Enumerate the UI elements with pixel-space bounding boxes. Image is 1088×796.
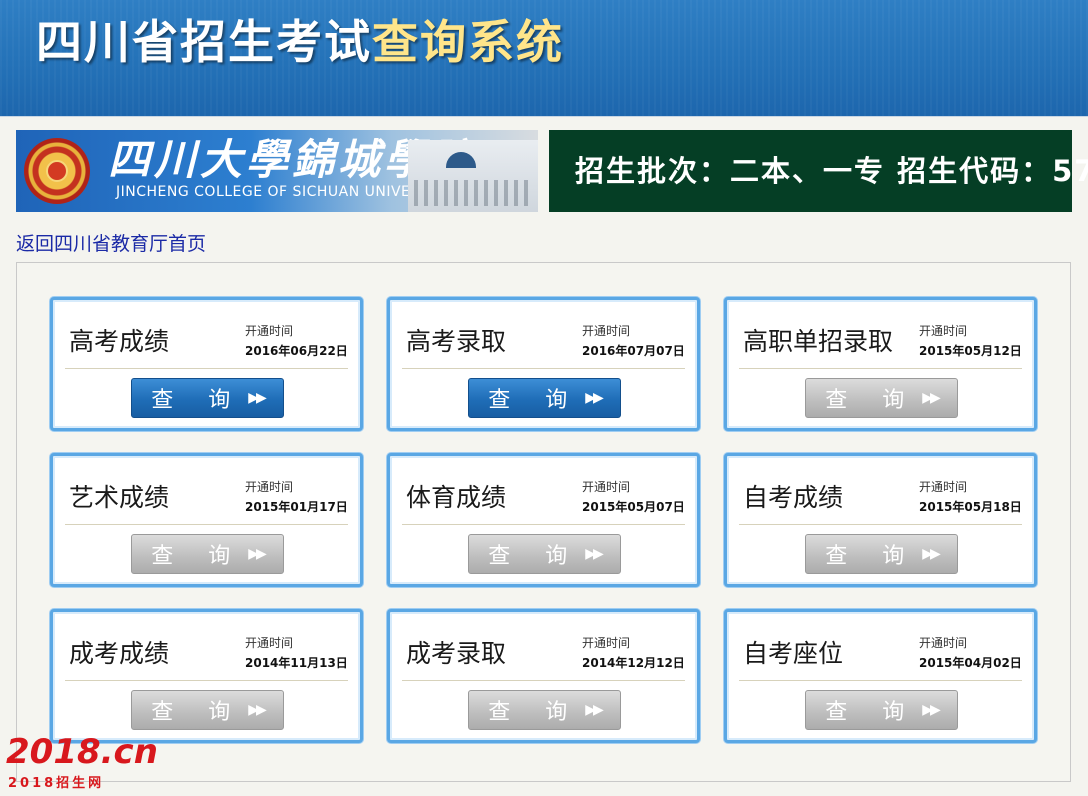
open-time-date: 2015年05月07日 xyxy=(582,500,685,514)
query-button[interactable]: 查 询 ▶▶ xyxy=(468,690,621,730)
query-card-vocational-admission: 高职单招录取 开通时间 2015年05月12日 查 询 ▶▶ xyxy=(724,297,1037,431)
seal-center xyxy=(46,160,68,182)
query-button-label: 查 询 xyxy=(488,544,582,569)
recruit-info-text: 招生批次：二本、一专 招生代码：5702 xyxy=(575,154,1088,188)
query-button[interactable]: 查 询 ▶▶ xyxy=(468,534,621,574)
double-chevron-right-icon: ▶▶ xyxy=(922,546,940,562)
query-button-label: 查 询 xyxy=(488,388,582,413)
query-card-self-study-score: 自考成绩 开通时间 2015年05月18日 查 询 ▶▶ xyxy=(724,453,1037,587)
double-chevron-right-icon: ▶▶ xyxy=(248,702,266,718)
card-title: 高职单招录取 xyxy=(743,327,894,356)
query-button-label: 查 询 xyxy=(825,388,919,413)
query-card-self-study-seat: 自考座位 开通时间 2015年04月02日 查 询 ▶▶ xyxy=(724,609,1037,743)
watermark-subtitle: 2018招生网 xyxy=(8,776,105,791)
open-time-date: 2015年05月12日 xyxy=(919,344,1022,358)
query-card-art-score: 艺术成绩 开通时间 2015年01月17日 查 询 ▶▶ xyxy=(50,453,363,587)
open-time-label: 开通时间 xyxy=(582,636,631,650)
building-windows xyxy=(414,180,532,206)
card-divider xyxy=(739,524,1022,525)
query-button[interactable]: 查 询 ▶▶ xyxy=(131,378,284,418)
double-chevron-right-icon: ▶▶ xyxy=(585,546,603,562)
open-time-date: 2015年05月18日 xyxy=(919,500,1022,514)
card-title: 自考成绩 xyxy=(743,483,844,512)
site-title-main: 四川省招生考试 xyxy=(36,15,372,69)
query-card-gaokao-score: 高考成绩 开通时间 2016年06月22日 查 询 ▶▶ xyxy=(50,297,363,431)
query-card-adult-exam-score: 成考成绩 开通时间 2014年11月13日 查 询 ▶▶ xyxy=(50,609,363,743)
query-button-label: 查 询 xyxy=(151,388,245,413)
double-chevron-right-icon: ▶▶ xyxy=(922,390,940,406)
query-button[interactable]: 查 询 ▶▶ xyxy=(805,534,958,574)
card-divider xyxy=(65,680,348,681)
double-chevron-right-icon: ▶▶ xyxy=(585,390,603,406)
query-button-label: 查 询 xyxy=(151,544,245,569)
query-button[interactable]: 查 询 ▶▶ xyxy=(805,378,958,418)
open-time-label: 开通时间 xyxy=(245,480,294,494)
watermark-logo: 2018.cn xyxy=(6,732,158,772)
card-title: 艺术成绩 xyxy=(69,483,170,512)
double-chevron-right-icon: ▶▶ xyxy=(585,702,603,718)
query-panel: 高考成绩 开通时间 2016年06月22日 查 询 ▶▶ 高考录取 开通时间 20… xyxy=(16,262,1071,782)
recruit-info-banner[interactable]: 招生批次：二本、一专 招生代码：5702 xyxy=(549,130,1088,212)
site-watermark: 2018.cn 2018招生网 xyxy=(4,724,164,794)
open-time-label: 开通时间 xyxy=(919,480,968,494)
open-time-label: 开通时间 xyxy=(582,324,631,338)
query-card-gaokao-admission: 高考录取 开通时间 2016年07月07日 查 询 ▶▶ xyxy=(387,297,700,431)
query-button-label: 查 询 xyxy=(151,700,245,725)
card-divider xyxy=(402,680,685,681)
card-title: 体育成绩 xyxy=(406,483,507,512)
site-title-highlight: 查询系统 xyxy=(372,15,564,69)
card-divider xyxy=(65,524,348,525)
campus-building-image xyxy=(408,140,538,212)
query-button[interactable]: 查 询 ▶▶ xyxy=(468,378,621,418)
card-title: 自考座位 xyxy=(743,639,844,668)
open-time-date: 2015年04月02日 xyxy=(919,656,1022,670)
open-time-label: 开通时间 xyxy=(919,324,968,338)
open-time-label: 开通时间 xyxy=(582,480,631,494)
card-title: 高考成绩 xyxy=(69,327,170,356)
query-card-adult-exam-admission: 成考录取 开通时间 2014年12月12日 查 询 ▶▶ xyxy=(387,609,700,743)
open-time-date: 2016年06月22日 xyxy=(245,344,348,358)
open-time-date: 2015年01月17日 xyxy=(245,500,348,514)
query-card-sports-score: 体育成绩 开通时间 2015年05月07日 查 询 ▶▶ xyxy=(387,453,700,587)
open-time-label: 开通时间 xyxy=(245,636,294,650)
college-name-en: JINCHENG COLLEGE OF SICHUAN UNIVERSITY xyxy=(116,184,453,200)
back-to-education-dept-link[interactable]: 返回四川省教育厅首页 xyxy=(16,231,206,257)
card-divider xyxy=(402,524,685,525)
card-divider xyxy=(739,680,1022,681)
open-time-label: 开通时间 xyxy=(919,636,968,650)
building-dome xyxy=(446,152,476,168)
card-divider xyxy=(65,368,348,369)
double-chevron-right-icon: ▶▶ xyxy=(248,390,266,406)
college-banner[interactable]: 四川大學錦城學院 JINCHENG COLLEGE OF SICHUAN UNI… xyxy=(16,130,538,212)
card-divider xyxy=(402,368,685,369)
card-title: 高考录取 xyxy=(406,327,507,356)
open-time-date: 2014年11月13日 xyxy=(245,656,348,670)
card-divider xyxy=(739,368,1022,369)
open-time-date: 2016年07月07日 xyxy=(582,344,685,358)
open-time-label: 开通时间 xyxy=(245,324,294,338)
open-time-date: 2014年12月12日 xyxy=(582,656,685,670)
double-chevron-right-icon: ▶▶ xyxy=(922,702,940,718)
query-button-label: 查 询 xyxy=(825,544,919,569)
query-button[interactable]: 查 询 ▶▶ xyxy=(805,690,958,730)
site-title: 四川省招生考试查询系统 xyxy=(36,14,564,70)
card-title: 成考录取 xyxy=(406,639,507,668)
site-header: 四川省招生考试查询系统 xyxy=(0,0,1088,117)
card-title: 成考成绩 xyxy=(69,639,170,668)
query-button[interactable]: 查 询 ▶▶ xyxy=(131,534,284,574)
query-button-label: 查 询 xyxy=(488,700,582,725)
college-seal-icon xyxy=(24,138,90,204)
double-chevron-right-icon: ▶▶ xyxy=(248,546,266,562)
query-button-label: 查 询 xyxy=(825,700,919,725)
